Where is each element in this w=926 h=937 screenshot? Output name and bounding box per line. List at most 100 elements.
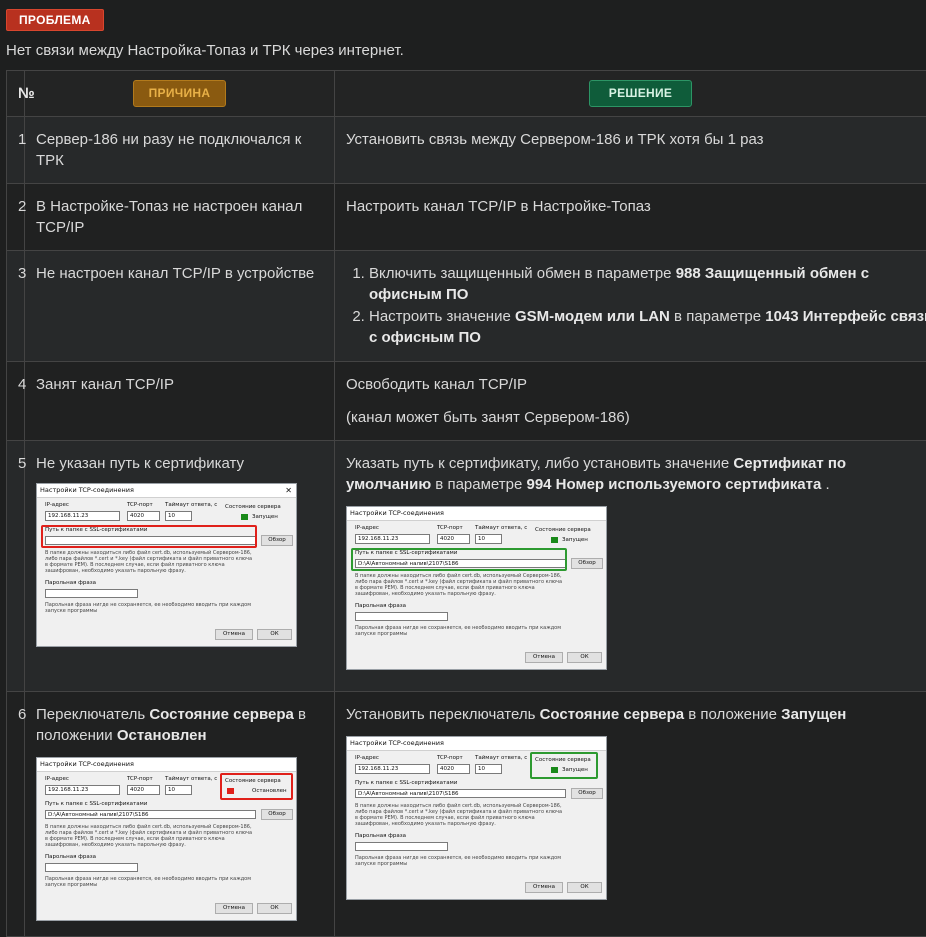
- table-row: 1 Сервер-186 ни разу не подключался к ТР…: [7, 117, 926, 184]
- table-row: 3 Не настроен канал TCP/IP в устройстве …: [7, 251, 926, 362]
- highlight-ssl-path: [41, 525, 257, 548]
- ip-label: IP-адрес: [45, 502, 69, 509]
- table-row: 5 Не указан путь к сертификату Настройки…: [7, 441, 926, 692]
- state-text: Запущен: [252, 514, 278, 521]
- ok-button: ОК: [567, 882, 602, 893]
- table-row: 6 Переключатель Состояние сервера в поло…: [7, 692, 926, 937]
- row-solution: Включить защищенный обмен в параметре 98…: [335, 251, 926, 362]
- table-row: 4 Занят канал TCP/IP Освободить канал TC…: [7, 362, 926, 441]
- row-number: 1: [7, 117, 25, 184]
- port-label: TCP-порт: [437, 525, 463, 532]
- cause-value: Остановлен: [117, 727, 207, 744]
- passphrase-note: Парольная фраза нигде не сохраняется, ее…: [45, 602, 255, 614]
- passphrase-input: [355, 842, 448, 851]
- port-label: TCP-порт: [437, 755, 463, 762]
- timeout-label: Таймаут ответа, с: [165, 776, 217, 783]
- ssl-note: В папке должны находиться либо файл cert…: [45, 824, 255, 848]
- passphrase-note: Парольная фраза нигде не сохраняется, ее…: [355, 625, 565, 637]
- ok-button: ОК: [567, 652, 602, 663]
- highlight-ssl-path: [351, 548, 567, 571]
- cancel-button: Отмена: [215, 629, 253, 640]
- port-input: 4020: [437, 534, 470, 544]
- solution-text: Освободить канал TCP/IP: [346, 374, 926, 395]
- timeout-input: 10: [475, 764, 502, 774]
- timeout-label: Таймаут ответа, с: [475, 755, 527, 762]
- row-number: 3: [7, 251, 25, 362]
- ip-label: IP-адрес: [45, 776, 69, 783]
- header-solution: РЕШЕНИЕ: [335, 71, 926, 117]
- dialog-titlebar: Настройки TCP-соединения: [347, 507, 606, 521]
- solution-steps: Включить защищенный обмен в параметре 98…: [346, 263, 926, 348]
- tcp-settings-screenshot: Настройки TCP-соединения IP-адрес 192.16…: [36, 757, 297, 921]
- solution-note: (канал может быть занят Сервером-186): [346, 407, 926, 428]
- ip-input: 192.168.11.23: [355, 764, 430, 774]
- step-text: в параметре: [670, 308, 765, 325]
- solution-step: Настроить значение GSM-модем или LAN в п…: [369, 306, 926, 348]
- cause-text: Не указан путь к сертификату: [36, 453, 323, 474]
- state-indicator: [551, 537, 558, 543]
- dialog-title: Настройки TCP-соединения: [350, 739, 444, 747]
- timeout-input: 10: [165, 785, 192, 795]
- row-cause: Сервер-186 ни разу не подключался к ТРК: [25, 117, 335, 184]
- dialog-titlebar: Настройки TCP-соединения: [347, 737, 606, 751]
- passphrase-label: Парольная фраза: [355, 603, 406, 610]
- dialog-titlebar: Настройки TCP-соединения: [37, 758, 296, 772]
- row-number: 2: [7, 184, 25, 251]
- timeout-label: Таймаут ответа, с: [475, 525, 527, 532]
- timeout-input: 10: [165, 511, 192, 521]
- cancel-button: Отмена: [525, 882, 563, 893]
- row-cause: Не указан путь к сертификату Настройки T…: [25, 441, 335, 692]
- port-input: 4020: [127, 785, 160, 795]
- row-solution: Указать путь к сертификату, либо установ…: [335, 441, 926, 692]
- server-state-label: Состояние сервера: [225, 504, 281, 511]
- table-header-row: № ПРИЧИНА РЕШЕНИЕ: [7, 71, 926, 117]
- ip-input: 192.168.11.23: [45, 511, 120, 521]
- cause-param: Состояние сервера: [149, 706, 294, 723]
- row-number: 6: [7, 692, 25, 937]
- ip-label: IP-адрес: [355, 755, 379, 762]
- server-state-label: Состояние сервера: [535, 527, 591, 534]
- ssl-note: В папке должны находиться либо файл cert…: [355, 573, 565, 597]
- cancel-button: Отмена: [215, 903, 253, 914]
- solution-step: Включить защищенный обмен в параметре 98…: [369, 263, 926, 305]
- row-cause: В Настройке-Топаз не настроен канал TCP/…: [25, 184, 335, 251]
- cause-text: Переключатель Состояние сервера в положе…: [36, 704, 323, 746]
- ip-input: 192.168.11.23: [45, 785, 120, 795]
- passphrase-note: Парольная фраза нигде не сохраняется, ее…: [45, 876, 255, 888]
- browse-button: Обзор: [261, 535, 293, 546]
- dialog-title: Настройки TCP-соединения: [40, 486, 134, 494]
- row-solution: Освободить канал TCP/IP (канал может быт…: [335, 362, 926, 441]
- port-input: 4020: [127, 511, 160, 521]
- ssl-note: В папке должны находиться либо файл cert…: [355, 803, 565, 827]
- port-input: 4020: [437, 764, 470, 774]
- row-cause: Переключатель Состояние сервера в положе…: [25, 692, 335, 937]
- passphrase-label: Парольная фраза: [45, 854, 96, 861]
- state-indicator: [241, 514, 248, 520]
- dialog-title: Настройки TCP-соединения: [40, 760, 134, 768]
- state-text: Запущен: [562, 537, 588, 544]
- ip-label: IP-адрес: [355, 525, 379, 532]
- solution-text: Указать путь к сертификату, либо установ…: [346, 453, 926, 495]
- problem-description: Нет связи между Настройка-Топаз и ТРК че…: [6, 42, 404, 59]
- ok-button: ОК: [257, 903, 292, 914]
- header-number: №: [7, 71, 25, 117]
- ssl-label: Путь к папке с SSL-сертификатами: [355, 780, 457, 787]
- highlight-server-state: [530, 752, 598, 779]
- solution-badge: РЕШЕНИЕ: [589, 80, 692, 107]
- ssl-path-input: D:\A\Автономный налив\2107\S186: [355, 789, 566, 798]
- solution-param: Состояние сервера: [540, 706, 685, 723]
- timeout-input: 10: [475, 534, 502, 544]
- row-solution: Настроить канал TCP/IP в Настройке-Топаз: [335, 184, 926, 251]
- highlight-server-state: [220, 773, 293, 800]
- solution-value: Запущен: [781, 706, 846, 723]
- row-cause: Занят канал TCP/IP: [25, 362, 335, 441]
- browse-button: Обзор: [571, 788, 603, 799]
- row-number: 5: [7, 441, 25, 692]
- dialog-title: Настройки TCP-соединения: [350, 509, 444, 517]
- passphrase-label: Парольная фраза: [45, 580, 96, 587]
- passphrase-input: [45, 589, 138, 598]
- timeout-label: Таймаут ответа, с: [165, 502, 217, 509]
- table-row: 2 В Настройке-Топаз не настроен канал TC…: [7, 184, 926, 251]
- row-cause: Не настроен канал TCP/IP в устройстве: [25, 251, 335, 362]
- ssl-label: Путь к папке с SSL-сертификатами: [45, 801, 147, 808]
